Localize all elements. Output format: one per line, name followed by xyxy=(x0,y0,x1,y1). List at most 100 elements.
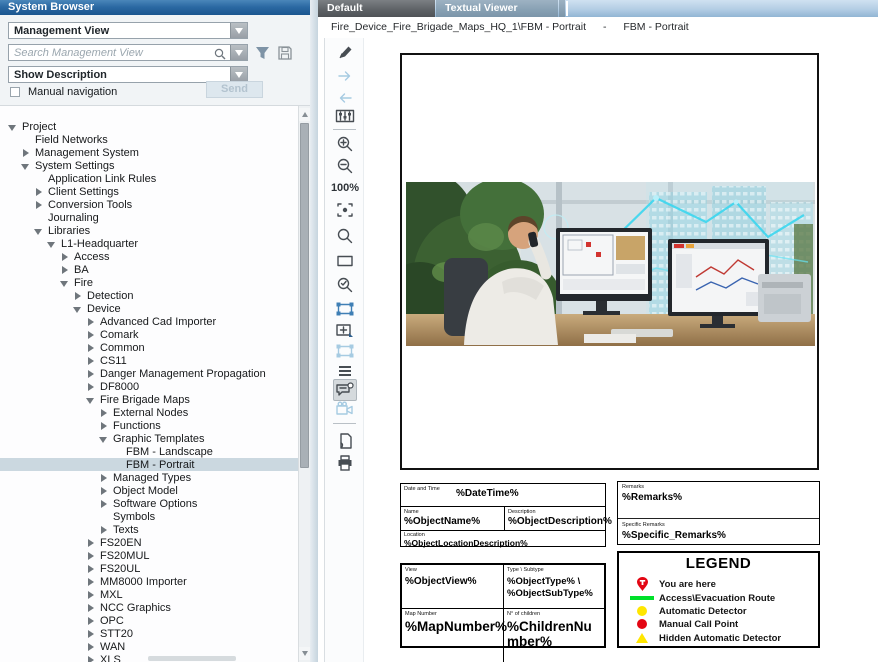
tree-item-management-system[interactable]: Management System xyxy=(0,146,298,159)
chevron-collapsed-icon[interactable] xyxy=(99,499,109,509)
send-button[interactable]: Send xyxy=(206,81,263,98)
tree-item-mxl[interactable]: MXL xyxy=(0,588,298,601)
chevron-collapsed-icon[interactable] xyxy=(60,265,70,275)
tree-item-software-options[interactable]: Software Options xyxy=(0,497,298,510)
zoom-out-icon[interactable] xyxy=(333,155,357,177)
chevron-collapsed-icon[interactable] xyxy=(86,642,96,652)
new-page-icon[interactable] xyxy=(333,430,357,452)
chevron-expanded-icon[interactable] xyxy=(34,226,44,236)
tree-vertical-scrollbar[interactable] xyxy=(298,106,310,662)
tree-item-access[interactable]: Access xyxy=(0,250,298,263)
chevron-expanded-icon[interactable] xyxy=(21,161,31,171)
chevron-collapsed-icon[interactable] xyxy=(86,551,96,561)
chevron-collapsed-icon[interactable] xyxy=(34,187,44,197)
chevron-collapsed-icon[interactable] xyxy=(86,317,96,327)
save-icon[interactable] xyxy=(277,45,295,62)
tree-item-common[interactable]: Common xyxy=(0,341,298,354)
tree-item-fbm-portrait[interactable]: FBM - Portrait xyxy=(0,458,298,471)
chevron-collapsed-icon[interactable] xyxy=(86,330,96,340)
tree-item-application-link-rules[interactable]: Application Link Rules xyxy=(0,172,298,185)
chevron-collapsed-icon[interactable] xyxy=(86,538,96,548)
chevron-collapsed-icon[interactable] xyxy=(99,486,109,496)
tree-item-comark[interactable]: Comark xyxy=(0,328,298,341)
tree-item-libraries[interactable]: Libraries xyxy=(0,224,298,237)
camera-icon[interactable] xyxy=(333,398,357,420)
edit-pen-icon[interactable] xyxy=(333,42,357,64)
chevron-down-icon[interactable] xyxy=(230,45,247,60)
chevron-collapsed-icon[interactable] xyxy=(86,382,96,392)
chevron-collapsed-icon[interactable] xyxy=(99,473,109,483)
tree-horizontal-scrollbar[interactable] xyxy=(148,656,236,661)
chevron-expanded-icon[interactable] xyxy=(47,239,57,249)
chevron-down-icon[interactable] xyxy=(230,67,247,82)
chevron-collapsed-icon[interactable] xyxy=(60,252,70,262)
chevron-collapsed-icon[interactable] xyxy=(99,408,109,418)
graphics-canvas[interactable]: Date and Time %DateTime% Name %ObjectNam… xyxy=(364,38,878,662)
chevron-collapsed-icon[interactable] xyxy=(99,525,109,535)
chevron-collapsed-icon[interactable] xyxy=(86,629,96,639)
tab-textual-viewer[interactable]: Textual Viewer xyxy=(436,0,558,17)
chevron-collapsed-icon[interactable] xyxy=(86,343,96,353)
filter-icon[interactable] xyxy=(254,45,272,62)
zoom-rect-icon[interactable] xyxy=(333,250,357,272)
tree-item-fs20mul[interactable]: FS20MUL xyxy=(0,549,298,562)
select-area-icon[interactable] xyxy=(333,298,357,320)
tree-item-fbm-landscape[interactable]: FBM - Landscape xyxy=(0,445,298,458)
panel-splitter[interactable] xyxy=(310,0,318,662)
chevron-collapsed-icon[interactable] xyxy=(86,603,96,613)
manual-navigation-checkbox[interactable] xyxy=(10,87,20,97)
tree-item-object-model[interactable]: Object Model xyxy=(0,484,298,497)
view-selector-combo[interactable]: Management View xyxy=(8,22,248,39)
search-input[interactable]: Search Management View xyxy=(8,44,248,61)
chevron-collapsed-icon[interactable] xyxy=(86,369,96,379)
tree-item-field-networks[interactable]: Field Networks xyxy=(0,133,298,146)
chevron-collapsed-icon[interactable] xyxy=(86,616,96,626)
tree-item-ba[interactable]: BA xyxy=(0,263,298,276)
tree-item-mm8000-importer[interactable]: MM8000 Importer xyxy=(0,575,298,588)
chevron-expanded-icon[interactable] xyxy=(86,395,96,405)
tree-item-external-nodes[interactable]: External Nodes xyxy=(0,406,298,419)
chevron-collapsed-icon[interactable] xyxy=(21,148,31,158)
tree-item-detection[interactable]: Detection xyxy=(0,289,298,302)
chevron-collapsed-icon[interactable] xyxy=(34,200,44,210)
tree-item-stt20[interactable]: STT20 xyxy=(0,627,298,640)
scrollbar-thumb[interactable] xyxy=(300,123,309,468)
tree-item-system-settings[interactable]: System Settings xyxy=(0,159,298,172)
chevron-expanded-icon[interactable] xyxy=(8,122,18,132)
tree-item-l1-headquarter[interactable]: L1-Headquarter xyxy=(0,237,298,250)
tree-item-conversion-tools[interactable]: Conversion Tools xyxy=(0,198,298,211)
search-icon[interactable] xyxy=(214,47,226,59)
tree-item-journaling[interactable]: Journaling xyxy=(0,211,298,224)
chevron-expanded-icon[interactable] xyxy=(99,434,109,444)
forward-arrow-icon[interactable] xyxy=(333,65,357,87)
chevron-collapsed-icon[interactable] xyxy=(73,291,83,301)
tree-item-project[interactable]: Project xyxy=(0,120,298,133)
tree-item-fire[interactable]: Fire xyxy=(0,276,298,289)
tree-item-managed-types[interactable]: Managed Types xyxy=(0,471,298,484)
tree-item-ncc-graphics[interactable]: NCC Graphics xyxy=(0,601,298,614)
print-icon[interactable] xyxy=(333,452,357,474)
zoom-previous-icon[interactable] xyxy=(333,274,357,296)
zoom-level-label[interactable]: 100% xyxy=(333,177,357,199)
chevron-expanded-icon[interactable] xyxy=(60,278,70,288)
tree-item-advanced-cad-importer[interactable]: Advanced Cad Importer xyxy=(0,315,298,328)
chevron-down-icon[interactable] xyxy=(230,23,247,38)
pan-mode-icon[interactable] xyxy=(333,320,357,342)
resize-area-icon[interactable] xyxy=(333,340,357,362)
chevron-collapsed-icon[interactable] xyxy=(99,421,109,431)
chevron-collapsed-icon[interactable] xyxy=(86,356,96,366)
tree-item-opc[interactable]: OPC xyxy=(0,614,298,627)
chevron-expanded-icon[interactable] xyxy=(73,304,83,314)
tree-item-device[interactable]: Device xyxy=(0,302,298,315)
tree-item-danger-management-propagation[interactable]: Danger Management Propagation xyxy=(0,367,298,380)
tree-item-symbols[interactable]: Symbols xyxy=(0,510,298,523)
display-settings-icon[interactable] xyxy=(333,105,357,127)
chevron-collapsed-icon[interactable] xyxy=(86,590,96,600)
chevron-collapsed-icon[interactable] xyxy=(86,655,96,662)
tree-item-df8000[interactable]: DF8000 xyxy=(0,380,298,393)
tree-item-fs20ul[interactable]: FS20UL xyxy=(0,562,298,575)
tree-item-fs20en[interactable]: FS20EN xyxy=(0,536,298,549)
tab-default[interactable]: Default xyxy=(318,0,435,17)
chevron-collapsed-icon[interactable] xyxy=(86,564,96,574)
tree-item-fire-brigade-maps[interactable]: Fire Brigade Maps xyxy=(0,393,298,406)
